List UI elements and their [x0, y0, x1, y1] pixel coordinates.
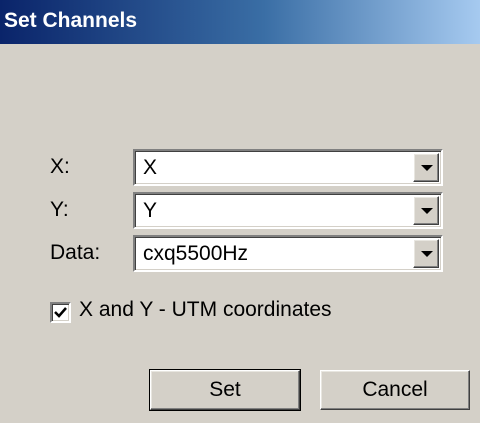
x-channel-dropdown-button[interactable] — [413, 153, 439, 182]
data-channel-select[interactable]: cxq5500Hz — [133, 235, 443, 272]
x-channel-select[interactable]: X — [133, 149, 443, 186]
chevron-down-icon — [421, 165, 433, 171]
data-channel-value: cxq5500Hz — [143, 242, 249, 265]
y-channel-value: Y — [143, 199, 158, 222]
utm-coordinates-checkbox[interactable] — [50, 302, 71, 323]
utm-coordinates-label[interactable]: X and Y - UTM coordinates — [79, 298, 332, 322]
title-bar[interactable]: Set Channels — [0, 0, 480, 44]
x-channel-label: X: — [50, 155, 70, 178]
x-channel-value: X — [143, 156, 158, 179]
window-title: Set Channels — [4, 9, 138, 32]
y-channel-select[interactable]: Y — [133, 192, 443, 229]
chevron-down-icon — [421, 251, 433, 257]
cancel-button[interactable]: Cancel — [320, 370, 470, 410]
set-channels-dialog: Set Channels X: X Y: Y Data: cxq5500Hz X… — [0, 0, 480, 423]
set-button[interactable]: Set — [149, 369, 301, 411]
data-channel-dropdown-button[interactable] — [413, 239, 439, 268]
y-channel-label: Y: — [50, 198, 69, 221]
checkmark-icon — [54, 307, 67, 318]
data-channel-label: Data: — [50, 241, 101, 264]
chevron-down-icon — [421, 208, 433, 214]
y-channel-dropdown-button[interactable] — [413, 196, 439, 225]
